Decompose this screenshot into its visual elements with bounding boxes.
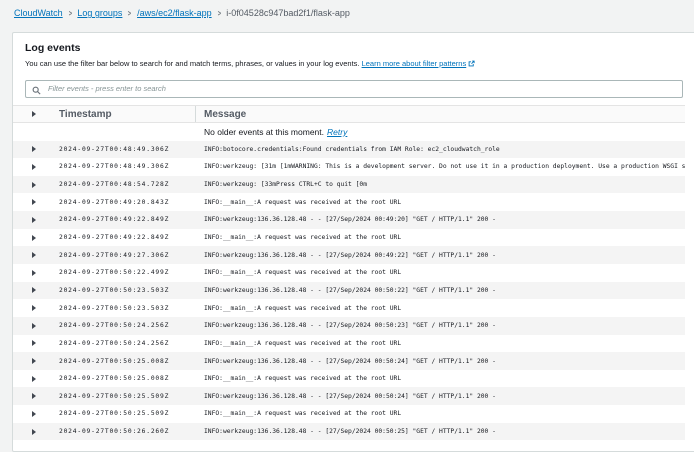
log-message: INFO:__main__:A request was received at … (196, 199, 685, 206)
description: You can use the filter bar below to sear… (25, 59, 683, 69)
breadcrumb-separator: > (217, 9, 220, 18)
expand-arrow-icon[interactable] (32, 305, 36, 311)
log-row: 2024-09-27T00:50:25.008Z INFO:werkzeug:1… (13, 352, 685, 370)
log-row: 2024-09-27T00:50:24.256Z INFO:__main__:A… (13, 335, 685, 353)
log-row: 2024-09-27T00:50:24.256Z INFO:werkzeug:1… (13, 317, 685, 335)
log-timestamp: 2024-09-27T00:49:20.843Z (59, 199, 196, 206)
expand-arrow-icon[interactable] (32, 235, 36, 241)
log-timestamp: 2024-09-27T00:50:26.260Z (59, 428, 196, 435)
breadcrumb: CloudWatch > Log groups > /aws/ec2/flask… (14, 8, 350, 18)
log-timestamp: 2024-09-27T00:50:22.499Z (59, 269, 196, 276)
log-message: INFO:__main__:A request was received at … (196, 269, 685, 276)
expand-arrow-icon[interactable] (32, 252, 36, 258)
expand-arrow-icon[interactable] (32, 217, 36, 223)
expand-arrow-icon[interactable] (32, 182, 36, 188)
log-message: INFO:werkzeug:136.36.128.48 - - [27/Sep/… (196, 428, 685, 435)
log-message: INFO:werkzeug: [31m [1mWARNING: This is … (196, 163, 685, 170)
log-timestamp: 2024-09-27T00:50:24.256Z (59, 340, 196, 347)
expand-arrow-icon[interactable] (32, 340, 36, 346)
log-message: INFO:werkzeug:136.36.128.48 - - [27/Sep/… (196, 216, 685, 223)
table-header-row: Timestamp Message (13, 105, 685, 123)
log-row: 2024-09-27T00:49:22.849Z INFO:__main__:A… (13, 229, 685, 247)
log-row: 2024-09-27T00:48:54.728Z INFO:werkzeug: … (13, 176, 685, 194)
expand-arrow-icon[interactable] (32, 199, 36, 205)
log-timestamp: 2024-09-27T00:50:24.256Z (59, 322, 196, 329)
log-rows-container: 2024-09-27T00:48:49.306Z INFO:botocore.c… (13, 141, 685, 441)
log-row: 2024-09-27T00:50:25.008Z INFO:__main__:A… (13, 370, 685, 388)
log-message: INFO:__main__:A request was received at … (196, 234, 685, 241)
expand-arrow-icon[interactable] (32, 411, 36, 417)
log-row: 2024-09-27T00:50:23.503Z INFO:werkzeug:1… (13, 282, 685, 300)
log-message: INFO:werkzeug:136.36.128.48 - - [27/Sep/… (196, 252, 685, 259)
external-link-icon (468, 60, 475, 69)
column-header-timestamp: Timestamp (59, 109, 112, 120)
expand-arrow-icon[interactable] (32, 429, 36, 435)
breadcrumb-separator: > (128, 9, 131, 18)
breadcrumb-current: i-0f04528c947bad2f1/flask-app (226, 8, 350, 18)
log-message: INFO:werkzeug: [33mPress CTRL+C to quit … (196, 181, 685, 188)
notice-row: No older events at this moment.Retry (13, 123, 685, 141)
expand-arrow-icon[interactable] (32, 270, 36, 276)
log-timestamp: 2024-09-27T00:48:49.306Z (59, 146, 196, 153)
breadcrumb-link-log-group[interactable]: /aws/ec2/flask-app (137, 8, 212, 18)
log-row: 2024-09-27T00:49:22.849Z INFO:werkzeug:1… (13, 211, 685, 229)
log-timestamp: 2024-09-27T00:50:23.503Z (59, 305, 196, 312)
log-timestamp: 2024-09-27T00:49:27.306Z (59, 252, 196, 259)
learn-more-link[interactable]: Learn more about filter patterns (362, 59, 467, 68)
expand-arrow-icon[interactable] (32, 164, 36, 170)
log-events-card: Log events You can use the filter bar be… (12, 32, 694, 452)
log-row: 2024-09-27T00:48:49.306Z INFO:werkzeug: … (13, 158, 685, 176)
log-timestamp: 2024-09-27T00:50:25.008Z (59, 358, 196, 365)
log-message: INFO:__main__:A request was received at … (196, 375, 685, 382)
log-timestamp: 2024-09-27T00:50:23.503Z (59, 287, 196, 294)
breadcrumb-separator: > (68, 9, 71, 18)
notice-text: No older events at this moment. (204, 127, 324, 137)
log-message: INFO:botocore.credentials:Found credenti… (196, 146, 685, 153)
filter-input[interactable] (25, 80, 683, 98)
breadcrumb-link-log-groups[interactable]: Log groups (77, 8, 122, 18)
filter-bar (25, 78, 683, 96)
expand-arrow-icon[interactable] (32, 323, 36, 329)
log-row: 2024-09-27T00:50:22.499Z INFO:__main__:A… (13, 264, 685, 282)
log-table: Timestamp Message No older events at thi… (13, 105, 685, 440)
log-row: 2024-09-27T00:48:49.306Z INFO:botocore.c… (13, 141, 685, 159)
log-row: 2024-09-27T00:49:27.306Z INFO:werkzeug:1… (13, 246, 685, 264)
log-timestamp: 2024-09-27T00:50:25.509Z (59, 410, 196, 417)
log-message: INFO:werkzeug:136.36.128.48 - - [27/Sep/… (196, 393, 685, 400)
log-timestamp: 2024-09-27T00:50:25.008Z (59, 375, 196, 382)
log-timestamp: 2024-09-27T00:49:22.849Z (59, 234, 196, 241)
log-message: INFO:__main__:A request was received at … (196, 305, 685, 312)
log-message: INFO:werkzeug:136.36.128.48 - - [27/Sep/… (196, 287, 685, 294)
log-row: 2024-09-27T00:50:25.509Z INFO:__main__:A… (13, 405, 685, 423)
expand-all-arrow-icon[interactable] (32, 111, 36, 117)
breadcrumb-link-cloudwatch[interactable]: CloudWatch (14, 8, 63, 18)
retry-link[interactable]: Retry (327, 127, 347, 137)
log-message: INFO:__main__:A request was received at … (196, 340, 685, 347)
column-header-message: Message (204, 109, 246, 120)
log-message: INFO:__main__:A request was received at … (196, 410, 685, 417)
expand-arrow-icon[interactable] (32, 146, 36, 152)
expand-arrow-icon[interactable] (32, 393, 36, 399)
log-row: 2024-09-27T00:50:25.509Z INFO:werkzeug:1… (13, 387, 685, 405)
log-timestamp: 2024-09-27T00:48:54.728Z (59, 181, 196, 188)
log-message: INFO:werkzeug:136.36.128.48 - - [27/Sep/… (196, 322, 685, 329)
log-timestamp: 2024-09-27T00:49:22.849Z (59, 216, 196, 223)
expand-arrow-icon[interactable] (32, 376, 36, 382)
log-message: INFO:werkzeug:136.36.128.48 - - [27/Sep/… (196, 358, 685, 365)
log-row: 2024-09-27T00:50:23.503Z INFO:__main__:A… (13, 299, 685, 317)
expand-arrow-icon[interactable] (32, 287, 36, 293)
expand-arrow-icon[interactable] (32, 358, 36, 364)
description-text: You can use the filter bar below to sear… (25, 59, 359, 68)
log-row: 2024-09-27T00:49:20.843Z INFO:__main__:A… (13, 193, 685, 211)
log-timestamp: 2024-09-27T00:50:25.509Z (59, 393, 196, 400)
log-timestamp: 2024-09-27T00:48:49.306Z (59, 163, 196, 170)
page-title: Log events (25, 42, 683, 54)
